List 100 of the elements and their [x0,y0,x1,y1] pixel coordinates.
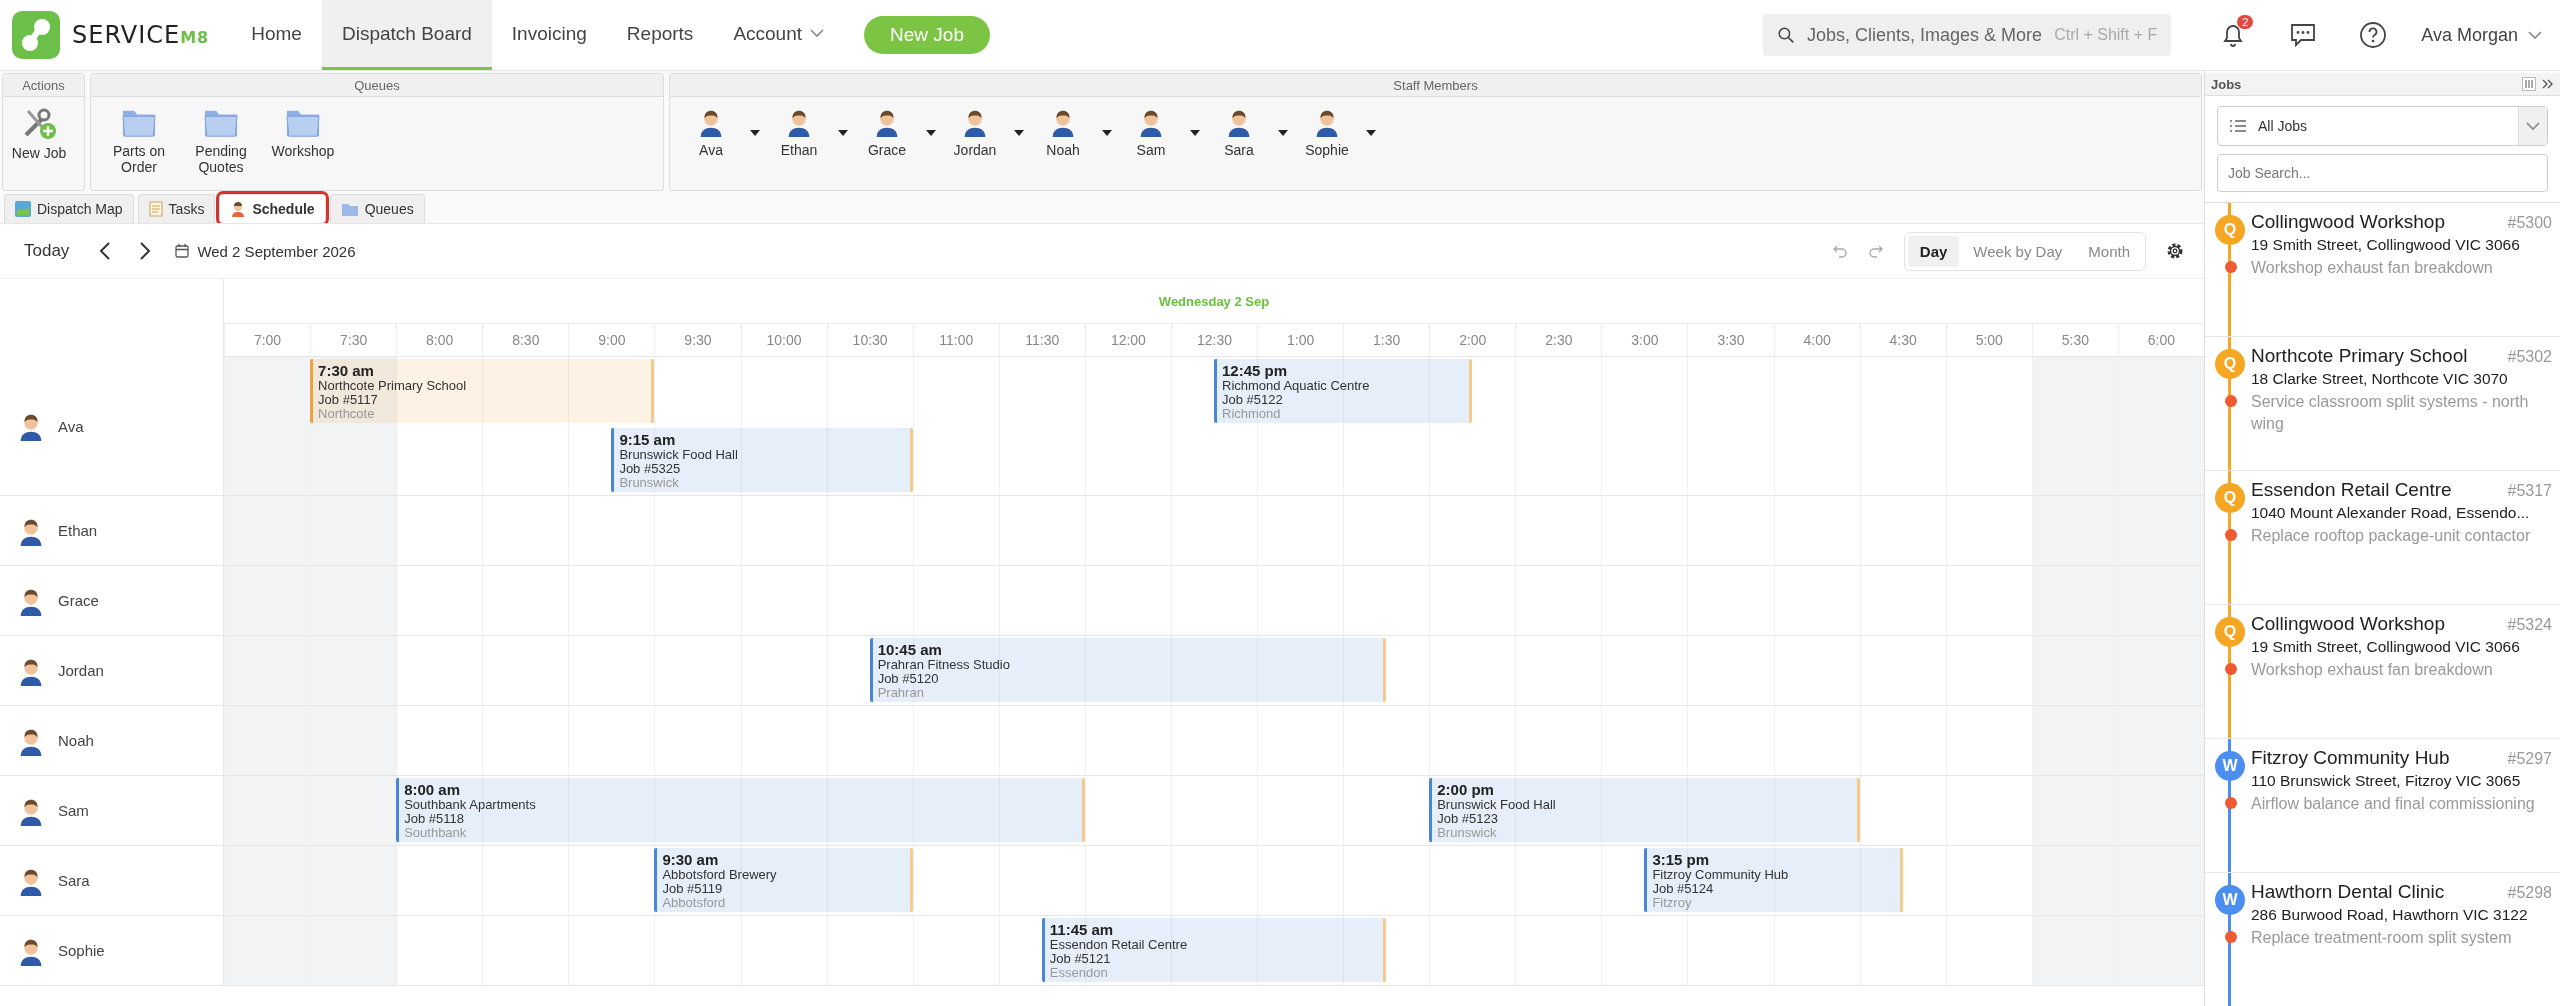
job-list-item[interactable]: Q Collingwood Workshop #5300 19 Smith Street, Collingwood VIC 3066 Workshop exhaust fan breakdown [2205,203,2560,337]
caret-icon[interactable] [1278,129,1288,136]
job-list-item[interactable]: W Fitzroy Community Hub #5297 110 Brunswick Street, Fitzroy VIC 3065 Airflow balance and final commissioning [2205,739,2560,873]
job-card[interactable]: 9:30 am Abbotsford Brewery Job #5119 Abbotsford [654,848,913,912]
time-label: 4:00 [1803,332,1831,348]
job-type-badge: Q [2215,215,2245,245]
job-description: Replace treatment-room split system [2251,928,2513,948]
job-number: #5298 [2507,884,2552,902]
time-label: 6:00 [2147,332,2176,348]
queue-button[interactable]: Workshop [267,105,339,159]
staff-name: Jordan [58,662,104,679]
view-tab[interactable]: Tasks [137,194,216,223]
time-label: 11:00 [939,332,974,348]
caret-icon[interactable] [1014,129,1024,136]
view-tab[interactable]: Queues [329,194,425,223]
status-dot [2225,663,2237,675]
view-option[interactable]: Month [2076,235,2142,267]
job-description: Workshop exhaust fan breakdown [2251,258,2494,278]
time-label: 12:00 [1110,332,1146,348]
time-label: 3:00 [1631,332,1659,348]
queue-button[interactable]: Parts on Order [103,105,175,175]
caret-icon[interactable] [926,129,936,136]
status-dot [2225,395,2237,407]
caret-icon[interactable] [1102,129,1112,136]
chevron-down-icon [810,29,825,38]
job-number: #5297 [2507,750,2552,768]
staff-button[interactable]: Noah [1030,107,1096,158]
job-number: Job #5325 [619,462,682,476]
job-card[interactable]: 8:00 am Southbank Apartments Job #5118 Southbank [396,778,1085,842]
job-card[interactable]: 9:15 am Brunswick Food Hall Job #5325 Brunswick [611,428,913,492]
job-number: Job #5123 [1437,812,1499,826]
job-description: Replace rooftop package-unit contactor [2251,526,2532,546]
job-list-item[interactable]: Q Collingwood Workshop #5324 19 Smith Street, Collingwood VIC 3066 Workshop exhaust fan breakdown [2205,605,2560,739]
job-time: 11:45 am [1049,921,1115,938]
staff-button[interactable]: Sophie [1294,107,1360,158]
job-number: Job #5124 [1652,882,1714,896]
time-label: 11:30 [1025,332,1060,348]
nav-item[interactable]: Invoicing [491,0,607,70]
collapse-icon[interactable] [2542,78,2554,90]
job-title: Brunswick Food Hall [619,448,739,462]
job-card[interactable]: 2:00 pm Brunswick Food Hall Job #5123 Brunswick [1429,778,1860,842]
new-job-tool[interactable]: New Job [3,105,75,161]
job-card[interactable]: 3:15 pm Fitzroy Community Hub Job #5124 Fitzroy [1644,848,1903,912]
caret-icon[interactable] [1190,129,1200,136]
map-icon [15,201,31,217]
job-title: Essendon Retail Centre [2251,479,2452,501]
job-card[interactable]: 7:30 am Northcote Primary School Job #5117 Northcote [310,359,655,423]
sliders-icon[interactable] [2522,77,2536,91]
time-label: 8:00 [426,332,454,348]
job-list-item[interactable]: Q Essendon Retail Centre #5317 1040 Mount Alexander Road, Essendo... Replace rooftop package-unit contactor [2205,471,2560,605]
job-number: Job #5122 [1222,393,1283,407]
job-search-field[interactable]: Job Search... [2217,154,2548,192]
panel-title: Jobs [2211,76,2243,92]
staff-button[interactable]: Sara [1206,107,1272,158]
help-icon[interactable] [2359,21,2388,49]
staff-button[interactable]: Ava [678,107,744,158]
job-number: #5300 [2507,214,2552,232]
view-option[interactable]: Day [1907,235,1960,267]
time-label: 4:30 [1889,332,1917,348]
job-number: Job #5117 [318,393,379,407]
job-type-badge: W [2215,885,2245,915]
time-label: 2:00 [1459,332,1487,348]
search-field[interactable]: Jobs, Clients, Images & More Ctrl + Shift + F [1763,14,2172,56]
folder-icon [340,201,359,217]
job-list-item[interactable]: W Hawthorn Dental Clinic #5298 286 Burwood Road, Hawthorn VIC 3122 Replace treatment-room split system [2205,873,2560,1006]
caret-icon[interactable] [838,129,848,136]
caret-icon[interactable] [750,129,760,136]
time-label: 9:00 [598,332,626,348]
staff-button[interactable]: Grace [854,107,920,158]
nav-item[interactable]: Account [713,0,845,70]
job-card[interactable]: 10:45 am Prahran Fitness Studio Job #5120 Prahran [869,638,1387,702]
logo-text: SERVICEM8 [72,21,210,49]
view-tab[interactable]: Dispatch Map [4,194,134,223]
job-card[interactable]: 12:45 pm Richmond Aquatic Centre Job #5122 Richmond [1214,359,1473,423]
nav-item[interactable]: Home [231,0,322,70]
job-address: 19 Smith Street, Collingwood VIC 3066 [2251,236,2521,254]
chevron-down-icon [2526,121,2540,131]
chat-icon[interactable] [2289,21,2318,49]
nav-item[interactable]: Reports [606,0,714,70]
staff-button[interactable]: Ethan [766,107,832,158]
nav-item[interactable]: Dispatch Board [321,0,492,70]
status-dot [2225,261,2237,273]
group-title: Actions [22,77,65,93]
view-tab[interactable]: Schedule [219,194,326,223]
chevron-down-icon [2528,30,2542,40]
staff-button[interactable]: Sam [1118,107,1184,158]
schedule-date[interactable]: Wed 2 September 2026 [197,242,356,260]
queue-button[interactable]: Pending Quotes [185,105,257,175]
staff-button[interactable]: Jordan [942,107,1008,158]
job-type-badge: Q [2215,483,2245,513]
job-time: 9:30 am [662,851,720,868]
job-card[interactable]: 11:45 am Essendon Retail Centre Job #5121 Essendon [1041,918,1387,982]
view-option[interactable]: Week by Day [1961,235,2075,267]
caret-icon[interactable] [1366,129,1376,136]
job-title: Northcote Primary School [2251,345,2468,367]
today-button[interactable]: Today [24,241,76,261]
settings-icon[interactable] [2166,242,2184,260]
job-list-item[interactable]: Q Northcote Primary School #5302 18 Clarke Street, Northcote VIC 3070 Service classroom split systems - north wing [2205,337,2560,471]
user-name[interactable]: Ava Morgan [2421,24,2518,46]
job-filter-dropdown[interactable]: All Jobs [2217,106,2548,146]
